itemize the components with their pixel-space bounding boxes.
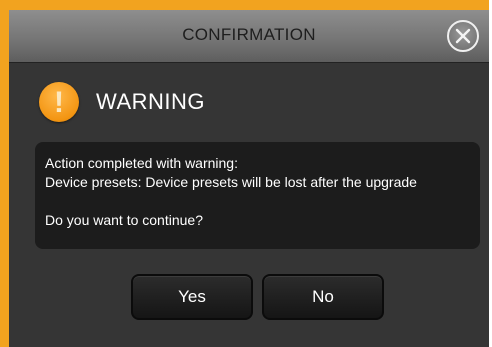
no-button[interactable]: No bbox=[262, 274, 384, 320]
close-icon bbox=[455, 28, 471, 44]
confirmation-dialog: CONFIRMATION ! WARNING Action completed … bbox=[0, 0, 492, 347]
dialog-title-bar: CONFIRMATION bbox=[9, 10, 489, 63]
warning-title: WARNING bbox=[96, 89, 206, 114]
dialog-body: ! WARNING Action completed with warning:… bbox=[9, 63, 489, 347]
warning-icon: ! bbox=[39, 82, 79, 122]
message-line-2: Device presets: Device presets will be l… bbox=[45, 174, 417, 190]
message-box: Action completed with warning: Device pr… bbox=[35, 142, 480, 249]
close-button[interactable] bbox=[447, 20, 479, 52]
dialog-panel: CONFIRMATION ! WARNING Action completed … bbox=[9, 10, 489, 347]
dialog-title: CONFIRMATION bbox=[182, 25, 316, 44]
message-line-1: Action completed with warning: bbox=[45, 155, 238, 171]
message-line-3: Do you want to continue? bbox=[45, 212, 203, 228]
warning-icon-glyph: ! bbox=[54, 86, 64, 119]
yes-button[interactable]: Yes bbox=[131, 274, 253, 320]
